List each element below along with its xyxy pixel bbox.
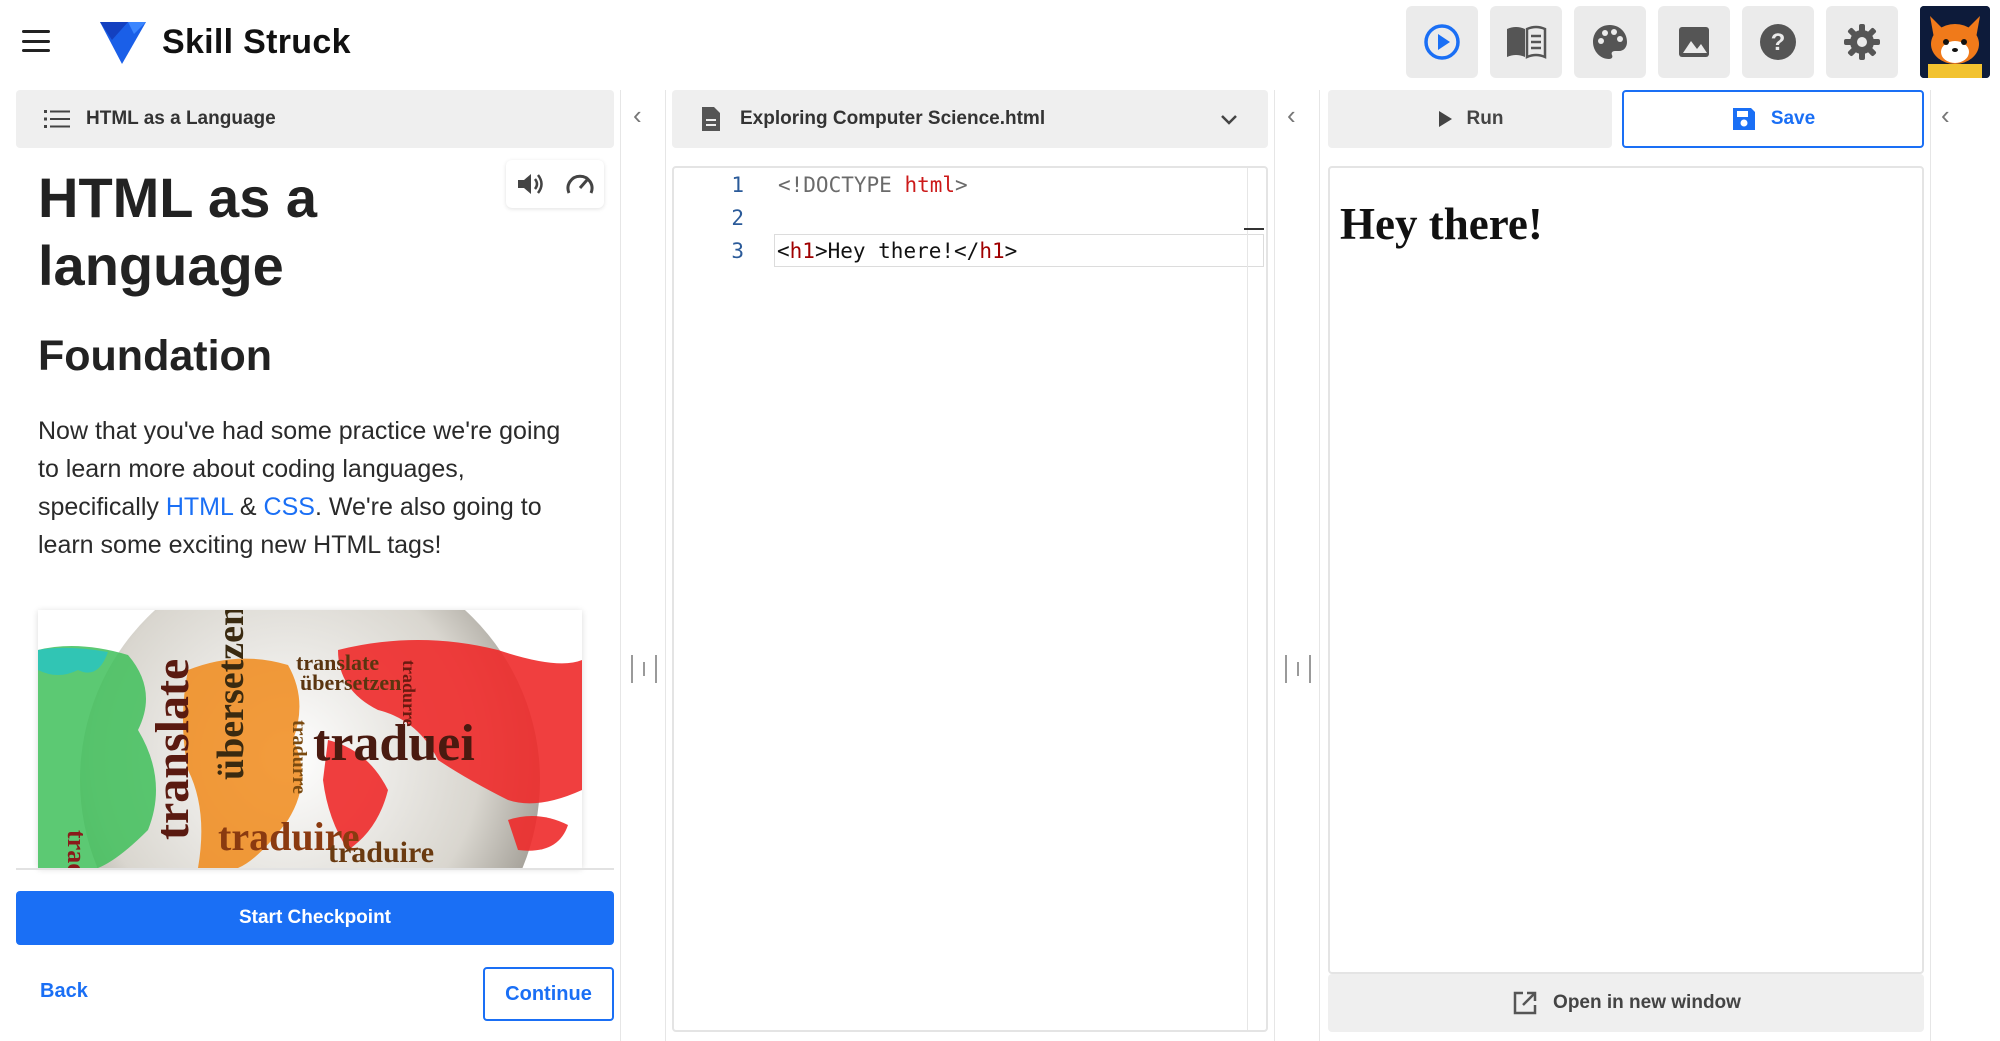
chevron-down-icon [1221,115,1237,125]
css-link[interactable]: CSS [264,493,315,521]
open-new-window-button[interactable]: Open in new window [1328,974,1924,1032]
skill-struck-logo [100,22,146,64]
code-token: > [955,172,968,197]
svg-text:traduire: traduire [62,830,91,868]
preview-heading: Hey there! [1340,199,1543,249]
image-icon [1679,27,1709,57]
editor-panel-gutter: ‹ [1274,90,1320,1041]
help-icon: ? [1760,24,1796,60]
run-button[interactable]: Run [1328,90,1612,148]
resize-handle[interactable] [1283,655,1313,683]
scroll-position-marker [1244,228,1264,230]
play-icon [1438,111,1452,127]
lesson-title: HTML as a language [38,166,318,297]
continue-button[interactable]: Continue [483,967,614,1021]
line-number: 2 [731,205,744,230]
code-token: html [904,172,956,197]
file-selector[interactable]: Exploring Computer Science.html [672,90,1268,148]
lesson-tab-label: HTML as a Language [86,108,276,129]
top-bar: Skill Struck ? [0,0,2000,84]
collapse-editor-chevron-icon[interactable]: ‹ [1287,100,1296,131]
resize-handle[interactable] [629,655,659,683]
play-lesson-button[interactable] [1406,6,1478,78]
code-text: <!DOCTYPE html> [778,173,968,197]
external-link-icon [1513,991,1537,1015]
panel-divider [16,868,614,870]
code-line[interactable]: 2 [674,201,1254,234]
collapse-lesson-chevron-icon[interactable]: ‹ [633,100,642,131]
color-palette-button[interactable] [1574,6,1646,78]
palette-icon [1593,25,1627,59]
settings-button[interactable] [1826,6,1898,78]
save-icon [1732,108,1755,130]
lesson-subtitle: Foundation [38,332,273,380]
open-new-window-label: Open in new window [1553,992,1741,1013]
fox-avatar-icon [1920,6,1990,78]
play-circle-icon [1424,24,1460,60]
menu-icon[interactable] [22,30,50,52]
save-label: Save [1770,108,1816,129]
output-preview: Hey there! [1328,166,1924,974]
line-number: 1 [731,172,744,197]
back-button[interactable]: Back [40,980,88,1003]
active-line-highlight: <h1>Hey there!</h1> [774,234,1264,267]
svg-text:übersetzen: übersetzen [300,670,401,695]
run-label: Run [1466,108,1504,129]
translation-globe-image: translate übersetzen translate übersetze… [38,610,582,868]
help-button[interactable]: ? [1742,6,1814,78]
lesson-tab[interactable]: HTML as a Language [16,90,614,148]
editor-scrollbar[interactable] [1247,168,1248,1030]
lesson-image: translate übersetzen translate übersetze… [38,610,582,868]
save-button[interactable]: Save [1622,90,1924,148]
svg-text:übersetzen: übersetzen [210,610,252,780]
brand-name: Skill Struck [162,23,351,61]
svg-text:tradurre: tradurre [399,660,419,727]
code-token: <!DOCTYPE [778,172,905,197]
collapse-preview-chevron-icon[interactable]: ‹ [1941,100,1950,131]
audio-controls [506,160,604,208]
code-line[interactable]: 1 <!DOCTYPE html> [674,168,1254,201]
svg-text:traduire: traduire [328,836,434,868]
code-token: h1 [979,238,1005,263]
svg-text:traduei: traduei [313,715,475,772]
code-text: <h1>Hey there!</h1> [777,239,1017,263]
list-icon [44,110,70,128]
html-link[interactable]: HTML [166,493,233,521]
code-token: >Hey there!</ [814,238,980,263]
code-token: < [777,238,790,263]
file-name: Exploring Computer Science.html [740,108,1046,129]
speaker-icon[interactable] [516,171,546,197]
image-library-button[interactable] [1658,6,1730,78]
code-token: h1 [789,238,815,263]
book-icon [1507,25,1547,59]
file-icon [702,107,720,131]
settings-icon [1844,24,1880,60]
svg-text:translate: translate [146,659,199,840]
start-checkpoint-button[interactable]: Start Checkpoint [16,891,614,945]
svg-text:tradurre: tradurre [288,720,310,794]
preview-panel-gutter: ‹ [1930,90,2000,1041]
code-editor[interactable]: 1 <!DOCTYPE html> 2 3 <h1>Hey there!</h1… [672,166,1268,1032]
paragraph-ampersand: & [232,493,264,521]
line-number: 3 [731,238,744,263]
speed-gauge-icon[interactable] [565,171,595,197]
user-avatar[interactable] [1920,6,1990,78]
lesson-panel-gutter: ‹ [620,90,666,1041]
code-token: > [1004,238,1018,263]
lesson-paragraph: Now that you've had some practice we're … [38,412,588,564]
svg-text:?: ? [1771,29,1786,56]
reference-book-button[interactable] [1490,6,1562,78]
